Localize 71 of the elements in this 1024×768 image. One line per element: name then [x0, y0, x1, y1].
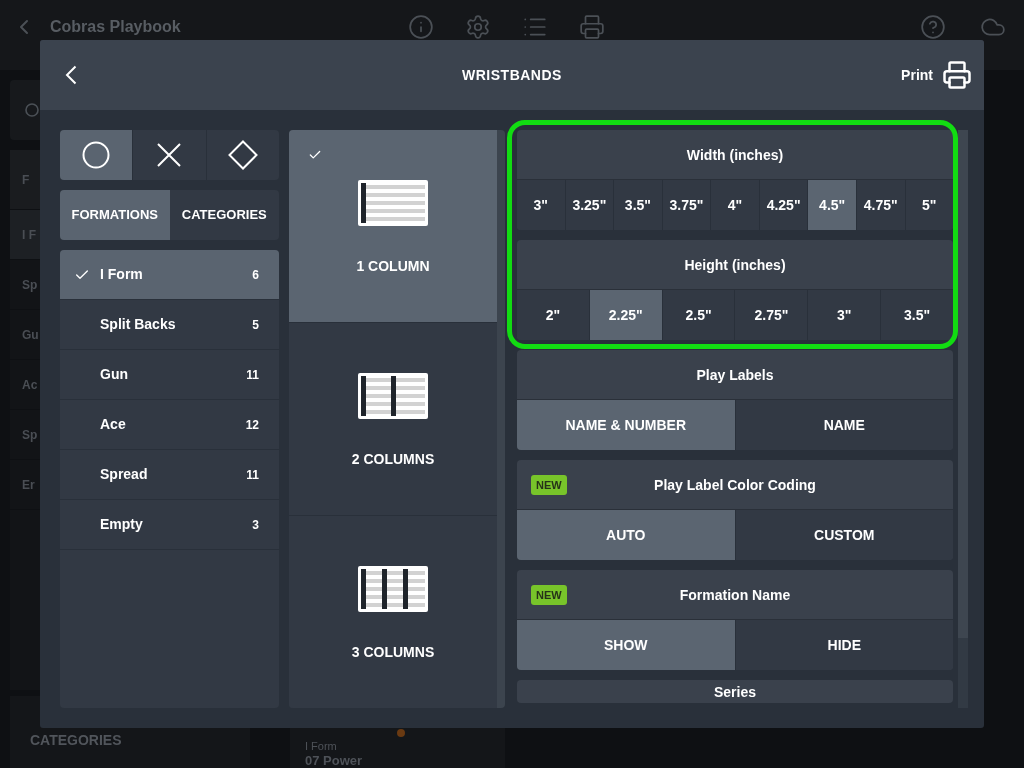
- option-button[interactable]: 2": [517, 290, 589, 340]
- option-button[interactable]: 3": [807, 290, 881, 340]
- shape-filter-button[interactable]: [205, 130, 279, 180]
- play-name: 07 Power: [305, 753, 364, 768]
- help-icon[interactable]: [920, 14, 946, 40]
- tab[interactable]: FORMATIONS: [60, 190, 170, 240]
- settings-icon[interactable]: [465, 14, 491, 40]
- app-title: Cobras Playbook: [50, 17, 181, 37]
- cross-icon: [157, 143, 182, 167]
- option-button[interactable]: 4.75": [855, 180, 905, 230]
- option-button[interactable]: SHOW: [517, 620, 735, 670]
- ring-icon: [25, 103, 39, 117]
- formation-count: 3: [252, 516, 259, 534]
- option-button[interactable]: 2.25": [588, 290, 662, 340]
- formation-name: Gun: [100, 365, 128, 384]
- option-button[interactable]: NAME: [734, 400, 953, 450]
- back-icon: [65, 65, 77, 85]
- check-icon: [308, 148, 322, 162]
- info-icon[interactable]: [408, 14, 434, 40]
- formation-name: Spread: [100, 465, 148, 484]
- option-button[interactable]: 3.25": [564, 180, 614, 230]
- option-button[interactable]: 3": [517, 180, 565, 230]
- option-button[interactable]: NAME & NUMBER: [517, 400, 735, 450]
- back-button[interactable]: [64, 64, 78, 86]
- option-button[interactable]: HIDE: [734, 620, 953, 670]
- option-button[interactable]: AUTO: [517, 510, 735, 560]
- formation-name: Empty: [100, 515, 143, 534]
- option-button[interactable]: 5": [904, 180, 953, 230]
- printer-icon: [942, 60, 972, 90]
- shape-filter-button[interactable]: [132, 130, 206, 180]
- formation-name: Split Backs: [100, 315, 176, 334]
- new-badge: NEW: [531, 584, 567, 605]
- option-button[interactable]: CUSTOM: [734, 510, 953, 560]
- setting-title: Formation Name: [679, 586, 791, 603]
- option-button[interactable]: 2.5": [661, 290, 735, 340]
- formation-count: 6: [252, 266, 259, 284]
- dot-icon: [397, 729, 405, 737]
- wristband-layout-icon: [358, 373, 428, 419]
- formation-count: 11: [246, 466, 259, 484]
- option-button[interactable]: 4.5": [807, 180, 856, 230]
- formation-name: Ace: [100, 415, 126, 434]
- setting-title: Play Labels: [696, 366, 774, 383]
- scrollbar-thumb[interactable]: [497, 130, 505, 708]
- formation-count: 5: [252, 316, 259, 334]
- setting-title: Series: [713, 684, 756, 700]
- shape-filter-button[interactable]: [60, 130, 133, 180]
- formation-item[interactable]: I Form 6: [60, 250, 279, 300]
- circle-icon: [82, 141, 111, 169]
- wristband-layout-icon: [358, 180, 428, 226]
- setting-title: Play Label Color Coding: [654, 476, 816, 493]
- printer-icon[interactable]: [579, 14, 605, 40]
- play-formation: I Form: [305, 740, 338, 753]
- search-box[interactable]: [10, 80, 40, 140]
- option-button[interactable]: 2.75": [734, 290, 808, 340]
- tab[interactable]: CATEGORIES: [169, 190, 279, 240]
- option-button[interactable]: 4": [710, 180, 759, 230]
- formation-count: 11: [246, 366, 259, 384]
- setting-title: Height (inches): [684, 256, 786, 273]
- new-badge: NEW: [531, 474, 567, 495]
- option-button[interactable]: 3.5": [880, 290, 953, 340]
- dialog-title: WRISTBANDS: [462, 65, 562, 85]
- formation-name: I Form: [100, 265, 143, 284]
- setting-title: Width (inches): [686, 146, 784, 163]
- option-button[interactable]: 3.5": [613, 180, 662, 230]
- layout-option[interactable]: 1 COLUMN: [289, 130, 497, 322]
- formation-count: 12: [245, 416, 259, 434]
- print-button[interactable]: Print: [901, 60, 972, 90]
- option-button[interactable]: 3.75": [661, 180, 711, 230]
- option-button[interactable]: 4.25": [758, 180, 808, 230]
- wristband-layout-icon: [358, 566, 428, 612]
- diamond-icon: [227, 140, 258, 170]
